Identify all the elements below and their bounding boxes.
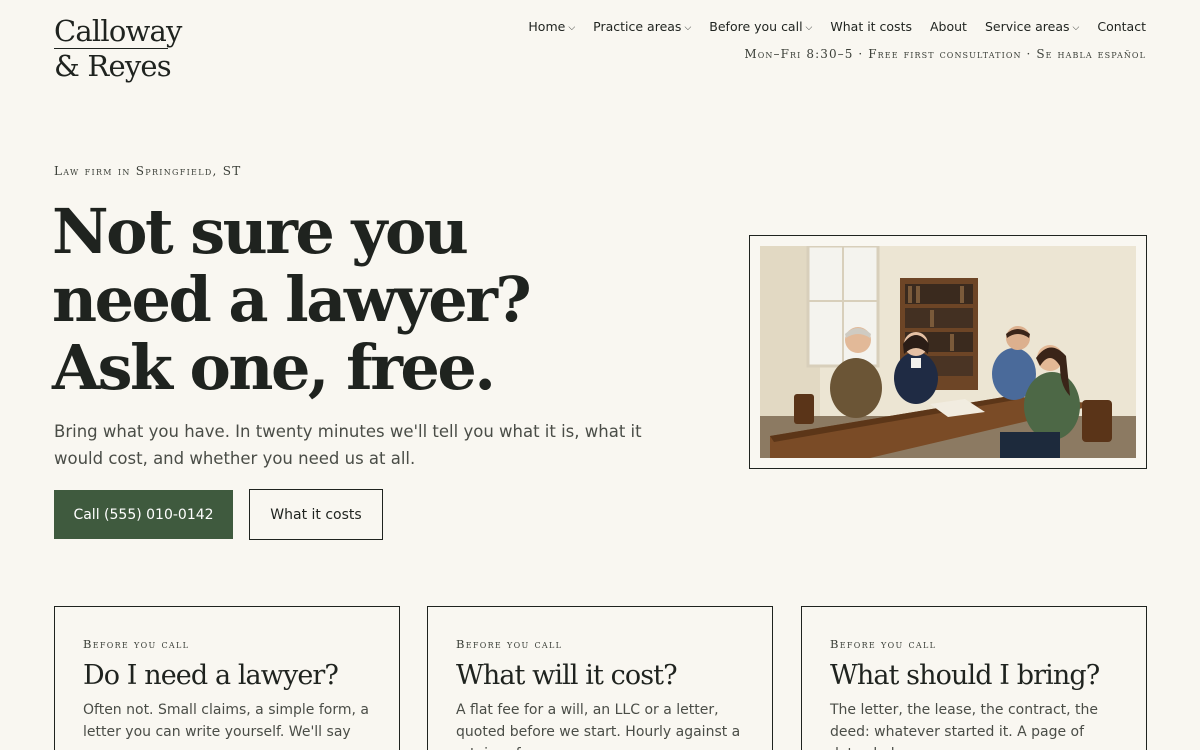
card-title: What should I bring? (830, 660, 1100, 691)
nav-item-label: Contact (1097, 19, 1146, 34)
hero-title-line-1: Not sure you (52, 195, 469, 268)
hero-subtitle: Bring what you have. In twenty minutes w… (54, 422, 642, 468)
hero-title: Not sure you need a lawyer? Ask one, fre… (52, 198, 692, 402)
chevron-down-icon: ⌵ (684, 22, 692, 33)
nav-item-about[interactable]: About (930, 19, 967, 34)
consultation-photo (760, 246, 1136, 458)
hero-photo-frame (749, 235, 1147, 469)
brand-line-2: & Reyes (54, 49, 172, 83)
nav-item-label: Practice areas (593, 19, 682, 34)
card-eyebrow: Before you call (83, 637, 190, 651)
hero-title-line-3: Ask one, free. (52, 331, 496, 404)
card-body: Often not. Small claims, a simple form, … (83, 702, 369, 750)
card-title: Do I need a lawyer? (83, 660, 339, 691)
card-what-should-i-bring[interactable]: Before you call What should I bring? The… (801, 606, 1147, 750)
nav-item-label: Home (528, 19, 566, 34)
nav-item-before-you-call[interactable]: Before you call ⌵ (709, 19, 812, 34)
brand-line-1: Calloway (54, 14, 182, 49)
card-do-i-need-a-lawyer[interactable]: Before you call Do I need a lawyer? Ofte… (54, 606, 400, 750)
card-eyebrow: Before you call (830, 637, 937, 651)
card-body: A flat fee for a will, an LLC or a lette… (456, 702, 741, 750)
nav-item-label: Service areas (984, 19, 1070, 34)
nav-item-label: About (930, 19, 967, 34)
chevron-down-icon: ⌵ (1072, 22, 1080, 33)
what-it-costs-button[interactable]: What it costs (249, 489, 383, 540)
nav-item-service-areas[interactable]: Service areas ⌵ (985, 19, 1079, 34)
card-eyebrow: Before you call (456, 637, 563, 651)
hero-title-line-2: need a lawyer? (52, 263, 532, 336)
nav-item-label: Before you call (709, 19, 803, 34)
hero-eyebrow: Law firm in Springfield, ST (54, 164, 242, 178)
card-title: What will it cost? (456, 660, 678, 691)
nav-item-practice-areas[interactable]: Practice areas ⌵ (593, 19, 691, 34)
nav-item-label: What it costs (830, 19, 912, 34)
main-navigation: Home ⌵ Practice areas ⌵ Before you call … (528, 19, 1146, 34)
call-phone-button[interactable]: Call (555) 010-0142 (54, 490, 233, 539)
nav-item-home[interactable]: Home ⌵ (528, 19, 575, 34)
card-what-will-it-cost[interactable]: Before you call What will it cost? A fla… (427, 606, 773, 750)
nav-item-contact[interactable]: Contact (1097, 19, 1146, 34)
brand-logo[interactable]: Calloway & Reyes (54, 14, 182, 83)
chevron-down-icon: ⌵ (568, 22, 576, 33)
chevron-down-icon: ⌵ (805, 22, 813, 33)
nav-item-what-it-costs[interactable]: What it costs (830, 19, 912, 34)
office-hours-line: Mon–Fri 8:30–5 · Free first consultation… (744, 47, 1146, 61)
card-body: The letter, the lease, the contract, the… (830, 702, 1099, 750)
